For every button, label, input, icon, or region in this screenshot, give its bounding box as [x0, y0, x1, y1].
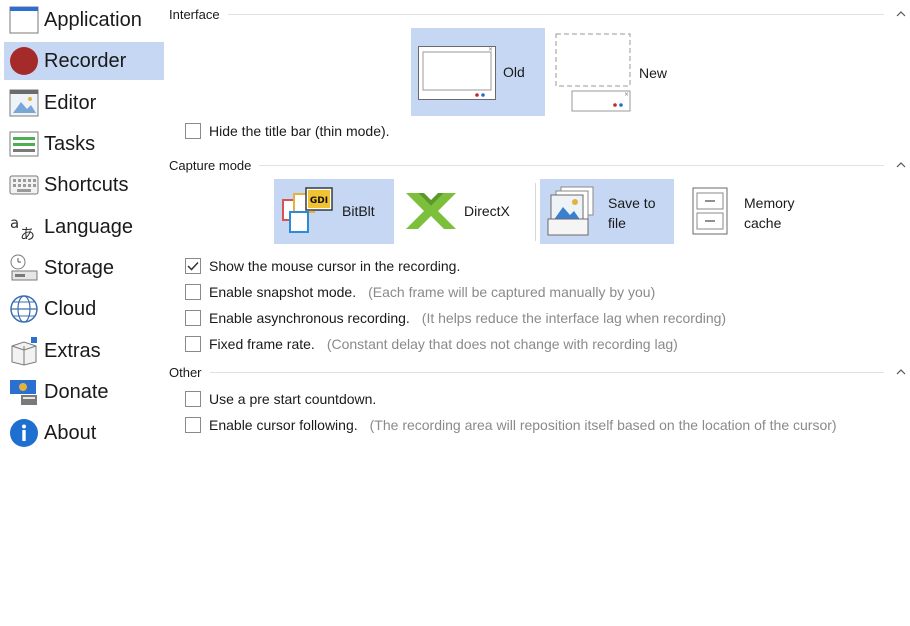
- svg-text:あ: あ: [20, 225, 35, 242]
- tasks-list-icon: [8, 128, 40, 160]
- sidebar-item-label: Shortcuts: [44, 173, 129, 196]
- sidebar-item-label: Application: [44, 8, 142, 31]
- svg-text:×: ×: [488, 46, 493, 53]
- checkbox-label: Fixed frame rate.: [209, 336, 315, 352]
- sidebar-item-label: Recorder: [44, 49, 127, 72]
- sidebar-item-about[interactable]: About: [4, 414, 164, 452]
- interface-option-new[interactable]: × New: [552, 30, 682, 114]
- application-window-icon: [8, 4, 40, 36]
- capture-group-separator: [535, 183, 536, 241]
- capture-engine-label: DirectX: [464, 203, 510, 219]
- section-title: Capture mode: [169, 157, 252, 173]
- checkbox-box[interactable]: [185, 123, 201, 139]
- checkbox-label: Hide the title bar (thin mode).: [209, 123, 390, 139]
- async-recording-checkbox[interactable]: Enable asynchronous recording. (It helps…: [185, 308, 726, 328]
- interface-option-label: New: [639, 65, 668, 81]
- record-dot-icon: [8, 45, 40, 77]
- gdi-bitblt-icon: GDI: [282, 186, 334, 241]
- section-divider: [227, 13, 884, 15]
- checkbox-label: Enable snapshot mode.: [209, 284, 357, 300]
- directx-icon: [404, 191, 458, 236]
- checkbox-hint: (It helps reduce the interface lag when …: [421, 310, 727, 326]
- globe-cloud-icon: [8, 293, 40, 325]
- hide-title-bar-checkbox[interactable]: Hide the title bar (thin mode).: [185, 121, 390, 141]
- checkbox-box[interactable]: [185, 258, 201, 274]
- pre-start-countdown-checkbox[interactable]: Use a pre start countdown.: [185, 389, 376, 409]
- section-divider: [209, 371, 884, 373]
- capture-storage-memory-cache[interactable]: Memory cache: [684, 179, 818, 244]
- checkbox-label: Show the mouse cursor in the recording.: [209, 258, 461, 274]
- gdi-label: GDI: [310, 196, 328, 206]
- checkbox-label: Enable asynchronous recording.: [209, 310, 410, 326]
- checkbox-box[interactable]: [185, 417, 201, 433]
- sidebar-item-label: Storage: [44, 256, 115, 279]
- sidebar-item-storage[interactable]: Storage: [4, 249, 164, 287]
- section-title: Interface: [169, 6, 220, 22]
- checkbox-box[interactable]: [185, 391, 201, 407]
- chevron-up-icon[interactable]: [894, 365, 908, 379]
- new-interface-preview-icon: ×: [555, 33, 633, 118]
- interface-option-label: Old: [503, 64, 525, 80]
- sidebar-item-application[interactable]: Application: [4, 1, 164, 39]
- section-header-other[interactable]: Other: [169, 363, 910, 381]
- sidebar-item-label: Tasks: [44, 132, 96, 155]
- section-divider: [259, 164, 884, 166]
- sidebar-item-label: Language: [44, 215, 133, 238]
- section-header-capture-mode[interactable]: Capture mode: [169, 156, 910, 174]
- image-editor-icon: [8, 87, 40, 119]
- sidebar-item-extras[interactable]: Extras: [4, 332, 164, 370]
- cursor-following-checkbox[interactable]: Enable cursor following. (The recording …: [185, 415, 837, 435]
- checkbox-hint: (The recording area will reposition itse…: [369, 417, 837, 433]
- sidebar-item-recorder[interactable]: Recorder: [4, 42, 164, 80]
- storage-drive-icon: [8, 252, 40, 284]
- sidebar-item-cloud[interactable]: Cloud: [4, 290, 164, 328]
- sidebar-item-donate[interactable]: Donate: [4, 373, 164, 411]
- svg-text:×: ×: [624, 91, 629, 98]
- language-translate-icon: aあ: [8, 211, 40, 243]
- memory-cache-cabinet-icon: [692, 187, 728, 240]
- capture-engine-bitblt[interactable]: GDI BitBlt: [274, 179, 394, 244]
- show-mouse-cursor-checkbox[interactable]: Show the mouse cursor in the recording.: [185, 256, 460, 276]
- sidebar-item-label: Donate: [44, 380, 109, 403]
- section-header-interface[interactable]: Interface: [169, 5, 910, 23]
- capture-engine-directx[interactable]: DirectX: [398, 179, 528, 244]
- chevron-up-icon[interactable]: [894, 7, 908, 21]
- extras-cube-icon: [8, 335, 40, 367]
- chevron-up-icon[interactable]: [894, 158, 908, 172]
- checkmark-icon: [187, 261, 199, 271]
- capture-storage-label: Save to file: [608, 195, 656, 231]
- save-to-file-icon: [547, 186, 597, 243]
- snapshot-mode-checkbox[interactable]: Enable snapshot mode. (Each frame will b…: [185, 282, 655, 302]
- sidebar-item-language[interactable]: aあ Language: [4, 208, 164, 246]
- fixed-frame-rate-checkbox[interactable]: Fixed frame rate. (Constant delay that d…: [185, 334, 678, 354]
- checkbox-hint: (Constant delay that does not change wit…: [326, 336, 678, 352]
- interface-option-old[interactable]: × Old: [411, 28, 545, 116]
- capture-engine-label: BitBlt: [342, 203, 375, 219]
- capture-storage-label: Memory cache: [744, 195, 795, 231]
- sidebar-item-label: Cloud: [44, 297, 97, 320]
- checkbox-label: Enable cursor following.: [209, 417, 358, 433]
- sidebar-item-shortcuts[interactable]: Shortcuts: [4, 166, 164, 204]
- sidebar-item-tasks[interactable]: Tasks: [4, 125, 164, 163]
- donate-money-icon: [8, 376, 40, 408]
- old-interface-preview-icon: ×: [418, 46, 496, 105]
- checkbox-box[interactable]: [185, 310, 201, 326]
- checkbox-box[interactable]: [185, 284, 201, 300]
- sidebar-item-label: About: [44, 421, 97, 444]
- keyboard-icon: [8, 169, 40, 201]
- svg-text:a: a: [10, 214, 19, 232]
- sidebar-item-label: Extras: [44, 339, 101, 362]
- sidebar-item-editor[interactable]: Editor: [4, 84, 164, 122]
- checkbox-label: Use a pre start countdown.: [209, 391, 377, 407]
- sidebar-item-label: Editor: [44, 91, 97, 114]
- checkbox-box[interactable]: [185, 336, 201, 352]
- checkbox-hint: (Each frame will be captured manually by…: [368, 284, 656, 300]
- capture-storage-save-to-file[interactable]: Save to file: [540, 179, 674, 244]
- section-title: Other: [169, 364, 202, 380]
- info-icon: [8, 417, 40, 449]
